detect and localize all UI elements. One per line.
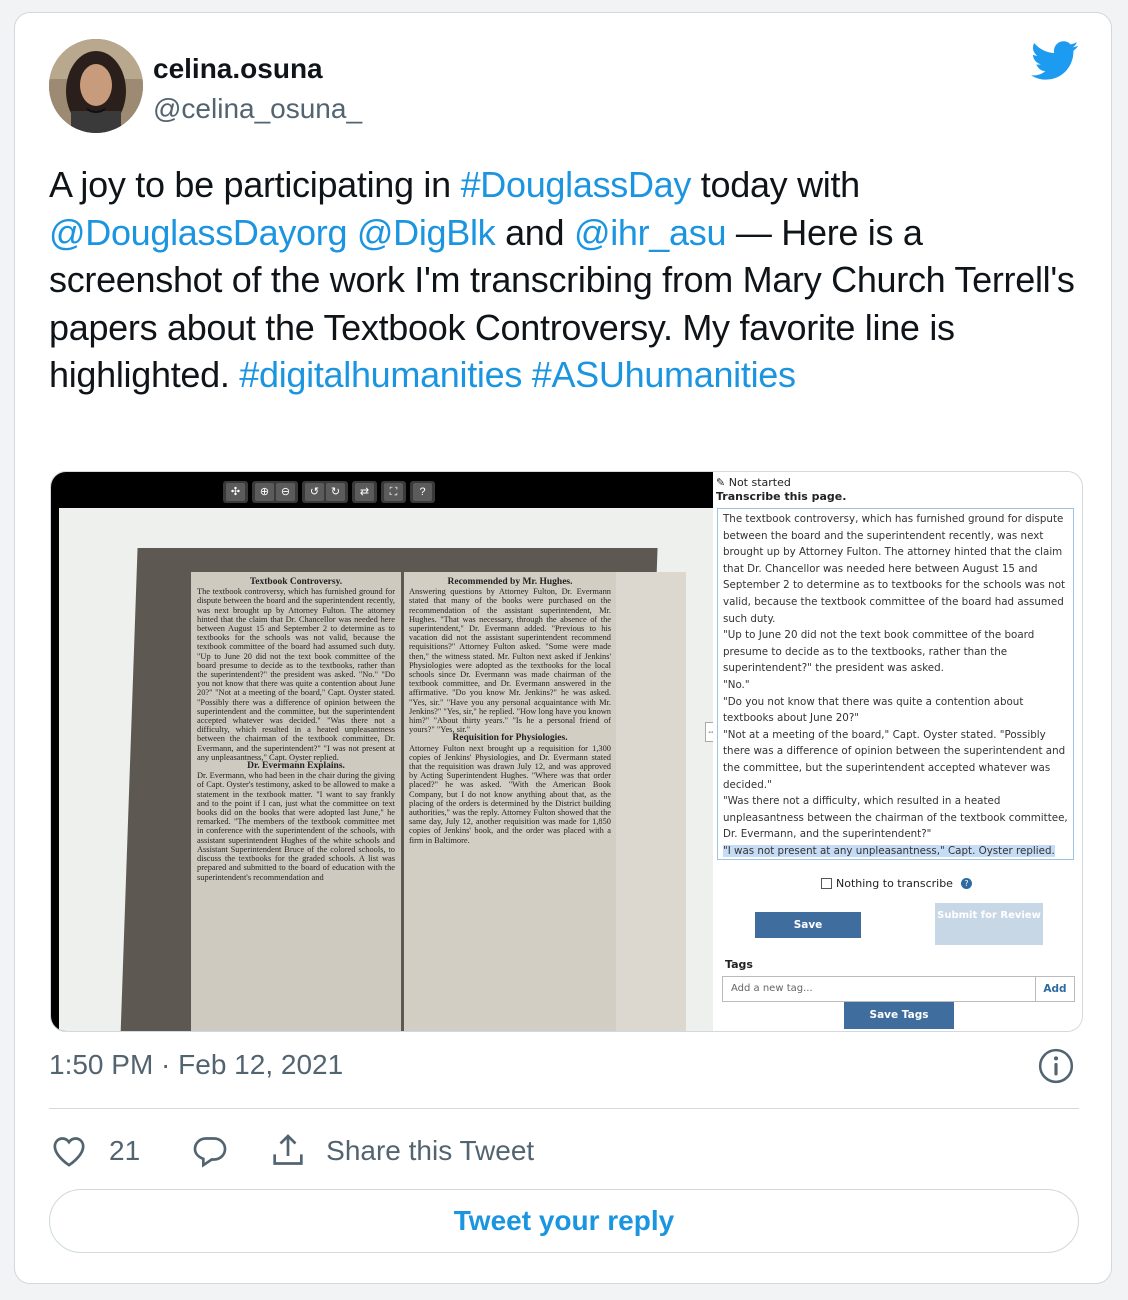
column-heading: Recommended by Mr. Hughes. — [447, 577, 573, 587]
help-icon[interactable]: ? — [960, 878, 972, 889]
newspaper-column-right: Recommended by Mr. Hughes. Answering que… — [409, 577, 611, 845]
transcription-paragraph: "Do you not know that there was quite a … — [723, 695, 1024, 725]
tweet-text-segment: today with — [691, 164, 860, 205]
tweet-text-segment — [522, 354, 532, 395]
edit-icon: ✎ — [716, 476, 729, 489]
nothing-to-transcribe: Nothing to transcribe ? — [821, 877, 972, 890]
highlighted-line: "I was not present at any unpleasantness… — [723, 844, 1055, 857]
action-bar: 21 Share this Tweet — [49, 1131, 534, 1171]
tweet-card: celina.osuna @celina_osuna_ A joy to be … — [14, 12, 1112, 1284]
column-heading: Textbook Controversy. — [249, 577, 343, 587]
divider — [49, 1108, 1079, 1109]
column-text: The textbook controversy, which has furn… — [197, 587, 395, 762]
toolbar-group-fullscreen: ⛶ — [381, 481, 406, 503]
tweet-media[interactable]: ✣ ⊕ ⊖ ↺ ↻ ⇄ ⛶ ? Textbook Controversy. Th… — [50, 471, 1083, 1032]
like-button[interactable]: 21 — [49, 1131, 140, 1171]
transcription-textarea[interactable]: The textbook controversy, which has furn… — [717, 508, 1074, 860]
toolbar-group-rotate: ↺ ↻ — [302, 481, 348, 503]
avatar-photo — [49, 39, 143, 133]
image-viewer[interactable]: ✣ ⊕ ⊖ ↺ ↻ ⇄ ⛶ ? Textbook Controversy. Th… — [51, 472, 717, 1031]
rotate-right-icon[interactable]: ↻ — [326, 483, 345, 501]
mention-link[interactable]: @ihr_asu — [574, 212, 727, 253]
heart-icon — [53, 1137, 85, 1167]
tweet-text-segment — [347, 212, 357, 253]
status-badge: ✎ Not started — [716, 476, 791, 489]
transcription-paragraph: "Was there not a difficulty, which resul… — [723, 795, 1068, 841]
column-text: Dr. Evermann, who had been in the chair … — [197, 771, 395, 882]
like-count: 21 — [109, 1135, 141, 1166]
move-icon[interactable]: ✣ — [226, 483, 245, 501]
mention-link[interactable]: @DouglassDayorg — [49, 212, 347, 253]
toolbar-group-swap: ⇄ — [352, 481, 377, 503]
transcription-paragraph: The textbook controversy, which has furn… — [723, 513, 1066, 625]
fullscreen-icon[interactable]: ⛶ — [384, 483, 403, 501]
transcription-paragraph: "I was not present at any unpleasantness… — [723, 843, 1068, 859]
column-heading: Requisition for Physiologies. — [452, 733, 568, 744]
tweet-text: A joy to be participating in #DouglassDa… — [49, 161, 1079, 399]
display-name[interactable]: celina.osuna — [153, 53, 323, 85]
zoom-in-icon[interactable]: ⊕ — [255, 483, 274, 501]
save-tags-button[interactable]: Save Tags — [844, 1002, 954, 1029]
tweet-timestamp[interactable]: 1:50 PM · Feb 12, 2021 — [49, 1049, 343, 1081]
hashtag-link[interactable]: #digitalhumanities — [239, 354, 522, 395]
toolbar-group-zoom: ⊕ ⊖ — [252, 481, 298, 503]
newspaper-photo: Textbook Controversy. The textbook contr… — [59, 508, 713, 1031]
save-button[interactable]: Save — [755, 912, 861, 938]
twitter-bird-icon[interactable] — [1031, 41, 1079, 81]
transcription-paragraph: "Up to June 20 did not the text book com… — [723, 629, 1035, 675]
nothing-checkbox[interactable] — [821, 878, 832, 889]
hashtag-link[interactable]: #DouglassDay — [461, 164, 692, 205]
hashtag-link[interactable]: #ASUhumanities — [532, 354, 796, 395]
swap-icon[interactable]: ⇄ — [355, 483, 374, 501]
viewer-toolbar: ✣ ⊕ ⊖ ↺ ↻ ⇄ ⛶ ? — [223, 481, 435, 503]
tags-label: Tags — [725, 958, 753, 971]
page-edge — [616, 572, 686, 1031]
tweet-your-reply-button[interactable]: Tweet your reply — [49, 1189, 1079, 1253]
zoom-out-icon[interactable]: ⊖ — [276, 483, 295, 501]
tweet-text-segment: and — [495, 211, 574, 253]
column-text: Attorney Fulton next brought up a requis… — [409, 743, 611, 845]
toolbar-group-help: ? — [410, 481, 435, 503]
rotate-left-icon[interactable]: ↺ — [305, 483, 324, 501]
status-label: Not started — [728, 476, 791, 489]
transcription-panel: ✎ Not started Transcribe this page. The … — [713, 472, 1082, 1031]
reply-button[interactable] — [190, 1131, 230, 1171]
submit-review-button[interactable]: Submit for Review — [935, 903, 1043, 945]
mention-link[interactable]: @DigBlk — [357, 212, 496, 253]
info-icon[interactable] — [1037, 1047, 1075, 1085]
user-handle[interactable]: @celina_osuna_ — [153, 93, 362, 125]
help-icon[interactable]: ? — [413, 483, 432, 501]
tag-input[interactable]: Add a new tag... — [722, 976, 1036, 1002]
share-icon — [273, 1134, 303, 1165]
toolbar-group-move: ✣ — [223, 481, 248, 503]
panel-heading: Transcribe this page. — [716, 490, 847, 503]
newspaper-column-left: Textbook Controversy. The textbook contr… — [197, 577, 395, 882]
column-text: Answering questions by Attorney Fulton, … — [409, 587, 611, 735]
transcription-paragraph: "Not at a meeting of the board," Capt. O… — [723, 728, 1066, 791]
avatar[interactable] — [49, 39, 143, 133]
tweet-text-segment: A joy to be participating in — [49, 164, 461, 205]
add-tag-button[interactable]: Add — [1035, 976, 1075, 1002]
share-button[interactable]: Share this Tweet — [268, 1131, 534, 1171]
nothing-label: Nothing to transcribe — [836, 877, 953, 890]
transcription-paragraph: "No." — [723, 678, 750, 691]
column-heading: Dr. Evermann Explains. — [247, 761, 345, 772]
share-label: Share this Tweet — [326, 1135, 535, 1166]
reply-icon — [193, 1137, 227, 1168]
